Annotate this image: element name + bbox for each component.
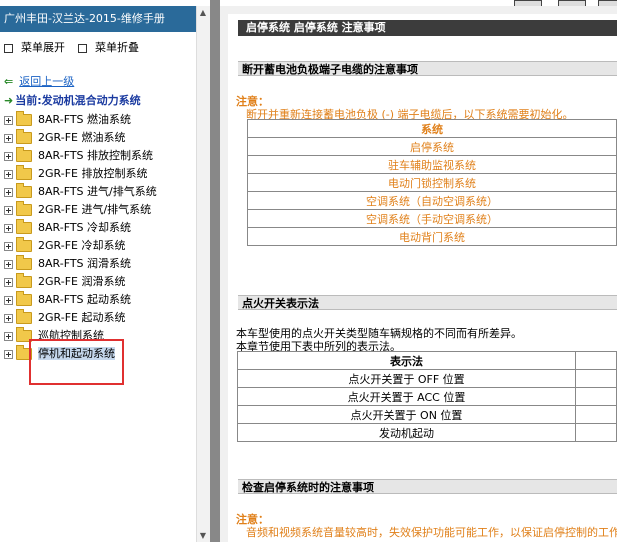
folder-icon xyxy=(16,273,32,288)
tree-item[interactable]: 8AR-FTS 排放控制系统 xyxy=(4,147,196,165)
tree-item[interactable]: 8AR-FTS 燃油系统 xyxy=(4,111,196,129)
folder-icon xyxy=(16,147,32,162)
folder-icon xyxy=(16,255,32,270)
sidebar-scrollbar[interactable] xyxy=(196,6,210,542)
tree-item[interactable]: 8AR-FTS 进气/排气系统 xyxy=(4,183,196,201)
menu-expand-button[interactable]: 菜单展开 xyxy=(4,40,65,56)
tree-item[interactable]: 2GR-FE 起动系统 xyxy=(4,309,196,327)
tree-item[interactable]: 8AR-FTS 润滑系统 xyxy=(4,255,196,273)
back-arrow-icon: ⇐ xyxy=(4,75,14,88)
tree-item[interactable]: 2GR-FE 燃油系统 xyxy=(4,129,196,147)
folder-icon xyxy=(16,183,32,198)
tree-item-label[interactable]: 8AR-FTS 排放控制系统 xyxy=(38,149,153,162)
table-cell-link[interactable]: 电动门锁控制系统 xyxy=(247,173,617,192)
expand-plus-icon[interactable] xyxy=(4,241,13,251)
tree-item[interactable]: 8AR-FTS 起动系统 xyxy=(4,291,196,309)
ignition-table: 表示法 点火开关置于 OFF 位置 点火开关置于 ACC 位置 点火开关置于 O… xyxy=(237,351,617,442)
table-cell: 点火开关置于 ON 位置 xyxy=(237,405,576,424)
expand-plus-icon[interactable] xyxy=(4,187,13,197)
table-cell-link[interactable]: 空调系统（手动空调系统） xyxy=(247,209,617,228)
table-cell xyxy=(575,405,617,424)
tree-item-label[interactable]: 8AR-FTS 燃油系统 xyxy=(38,113,131,126)
folder-icon xyxy=(16,309,32,324)
scroll-down-arrow-icon[interactable]: ▼ xyxy=(198,532,208,540)
folder-icon xyxy=(16,219,32,234)
expand-plus-icon[interactable] xyxy=(4,223,13,233)
tree-item-label[interactable]: 8AR-FTS 起动系统 xyxy=(38,293,131,306)
content-page xyxy=(228,14,617,542)
expand-plus-icon[interactable] xyxy=(4,151,13,161)
menu-expand-label: 菜单展开 xyxy=(21,41,65,54)
page-title: 启停系统 启停系统 注意事项 xyxy=(238,20,617,36)
tree-item-label[interactable]: 8AR-FTS 润滑系统 xyxy=(38,257,131,270)
back-link-label: 返回上一级 xyxy=(19,75,75,88)
menu-collapse-label: 菜单折叠 xyxy=(95,41,139,54)
expand-plus-icon[interactable] xyxy=(4,205,13,215)
manual-title: 广州丰田-汉兰达-2015-维修手册 xyxy=(0,6,196,32)
expand-plus-icon[interactable] xyxy=(4,331,13,341)
current-location: ➜ 当前:发动机混合动力系统 xyxy=(4,94,141,108)
expand-plus-icon[interactable] xyxy=(4,115,13,125)
current-location-label: 当前:发动机混合动力系统 xyxy=(15,94,141,107)
systems-table: 系统 启停系统 驻车辅助监视系统 电动门锁控制系统 空调系统（自动空调系统） 空… xyxy=(247,119,617,246)
tree-item-label[interactable]: 2GR-FE 起动系统 xyxy=(38,311,125,324)
table-cell xyxy=(575,351,617,370)
table-header: 表示法 xyxy=(237,351,576,370)
expand-plus-icon[interactable] xyxy=(4,133,13,143)
section-heading: 点火开关表示法 xyxy=(238,295,617,310)
table-cell xyxy=(575,369,617,388)
tree-item-label[interactable]: 8AR-FTS 冷却系统 xyxy=(38,221,131,234)
tree-view: 8AR-FTS 燃油系统 2GR-FE 燃油系统 8AR-FTS 排放控制系统 … xyxy=(4,111,196,363)
table-cell-link[interactable]: 启停系统 xyxy=(247,137,617,156)
folder-icon xyxy=(16,291,32,306)
collapse-icon xyxy=(78,43,87,53)
table-cell-link[interactable]: 电动背门系统 xyxy=(247,227,617,246)
highlight-box xyxy=(29,339,124,385)
table-cell: 发动机起动 xyxy=(237,423,576,442)
expand-plus-icon[interactable] xyxy=(4,295,13,305)
back-link[interactable]: ⇐ 返回上一级 xyxy=(4,75,74,89)
section-heading: 检查启停系统时的注意事项 xyxy=(238,479,617,494)
folder-icon xyxy=(16,129,32,144)
expand-plus-icon[interactable] xyxy=(4,349,13,359)
tree-item[interactable]: 2GR-FE 冷却系统 xyxy=(4,237,196,255)
frame-divider[interactable] xyxy=(210,0,220,542)
tree-item-label[interactable]: 2GR-FE 润滑系统 xyxy=(38,275,125,288)
table-cell-link[interactable]: 驻车辅助监视系统 xyxy=(247,155,617,174)
scroll-up-arrow-icon[interactable]: ▲ xyxy=(198,9,208,17)
folder-icon xyxy=(16,111,32,126)
tree-item-label[interactable]: 2GR-FE 冷却系统 xyxy=(38,239,125,252)
expand-icon xyxy=(4,43,13,53)
tree-item-label[interactable]: 8AR-FTS 进气/排气系统 xyxy=(38,185,157,198)
current-arrow-icon: ➜ xyxy=(4,94,14,107)
table-header: 系统 xyxy=(247,119,617,138)
table-cell: 点火开关置于 OFF 位置 xyxy=(237,369,576,388)
folder-icon xyxy=(16,201,32,216)
note-text: 音频和视频系统音量较高时，失效保护功能可能工作，以保证启停控制的工作 xyxy=(246,526,617,539)
tree-item-label[interactable]: 2GR-FE 燃油系统 xyxy=(38,131,125,144)
folder-icon xyxy=(16,237,32,252)
tree-item[interactable]: 8AR-FTS 冷却系统 xyxy=(4,219,196,237)
tree-item-label[interactable]: 2GR-FE 进气/排气系统 xyxy=(38,203,151,216)
table-cell xyxy=(575,423,617,442)
tree-item[interactable]: 2GR-FE 进气/排气系统 xyxy=(4,201,196,219)
folder-icon xyxy=(16,165,32,180)
table-cell xyxy=(575,387,617,406)
expand-plus-icon[interactable] xyxy=(4,169,13,179)
expand-plus-icon[interactable] xyxy=(4,313,13,323)
table-cell-link[interactable]: 空调系统（自动空调系统） xyxy=(247,191,617,210)
table-cell: 点火开关置于 ACC 位置 xyxy=(237,387,576,406)
tree-item-label[interactable]: 2GR-FE 排放控制系统 xyxy=(38,167,147,180)
section-heading: 断开蓄电池负极端子电缆的注意事项 xyxy=(238,61,617,76)
menu-collapse-button[interactable]: 菜单折叠 xyxy=(78,40,139,56)
tree-item[interactable]: 2GR-FE 润滑系统 xyxy=(4,273,196,291)
expand-plus-icon[interactable] xyxy=(4,259,13,269)
expand-plus-icon[interactable] xyxy=(4,277,13,287)
tree-item[interactable]: 2GR-FE 排放控制系统 xyxy=(4,165,196,183)
